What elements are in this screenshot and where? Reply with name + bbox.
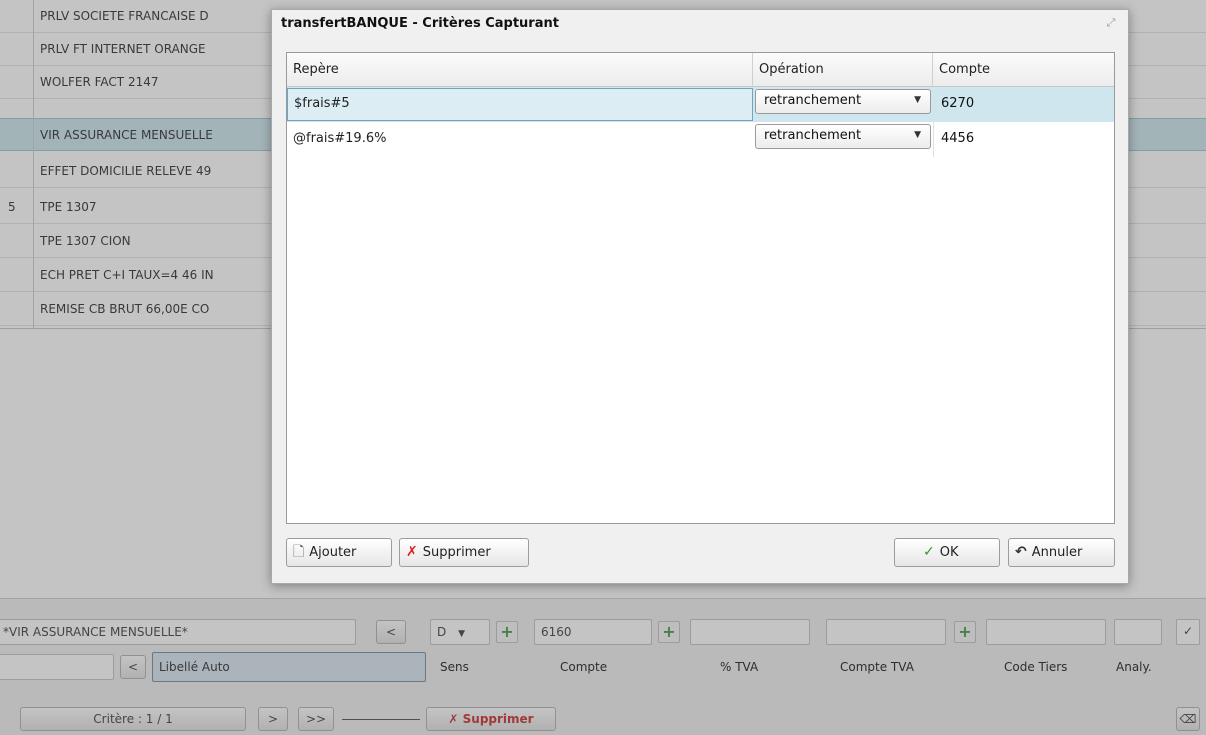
close-icon[interactable]: ⤢ bbox=[1104, 16, 1118, 30]
new-document-icon: 🗋 bbox=[293, 544, 305, 560]
ajouter-label: Ajouter bbox=[309, 545, 357, 560]
annuler-label: Annuler bbox=[1031, 545, 1083, 560]
dialog-title: transfertBANQUE - Critères Capturant bbox=[281, 16, 559, 31]
ok-label: OK bbox=[939, 545, 959, 560]
operation-value: retranchement bbox=[764, 93, 862, 108]
annuler-button[interactable]: ↶ Annuler bbox=[1008, 538, 1115, 567]
ajouter-button[interactable]: 🗋 Ajouter bbox=[286, 538, 392, 567]
column-header-repere[interactable]: Repère bbox=[287, 53, 753, 87]
column-header-operation[interactable]: Opération bbox=[753, 53, 933, 87]
table-row[interactable]: @frais#19.6% retranchement ▼ 4456 bbox=[287, 122, 1114, 157]
repere-cell[interactable]: @frais#19.6% bbox=[287, 122, 753, 157]
chevron-down-icon: ▼ bbox=[914, 130, 921, 140]
repere-cell-editing[interactable]: $frais#5 bbox=[287, 88, 753, 121]
supprimer-button[interactable]: ✗ Supprimer bbox=[399, 538, 529, 567]
column-divider bbox=[933, 122, 934, 157]
ok-button[interactable]: ✓ OK bbox=[894, 538, 1000, 567]
supprimer-label: Supprimer bbox=[422, 545, 491, 560]
table-row[interactable]: $frais#5 retranchement ▼ 6270 bbox=[287, 87, 1114, 122]
checkmark-icon: ✓ bbox=[923, 544, 935, 560]
chevron-down-icon: ▼ bbox=[914, 95, 921, 105]
delete-x-icon: ✗ bbox=[406, 544, 418, 560]
criteria-dialog: transfertBANQUE - Critères Capturant ⤢ R… bbox=[271, 9, 1129, 584]
compte-cell[interactable]: 6270 bbox=[941, 87, 974, 122]
operation-select[interactable]: retranchement ▼ bbox=[755, 89, 931, 114]
table-body: $frais#5 retranchement ▼ 6270 @frais#19.… bbox=[287, 87, 1114, 157]
operation-select[interactable]: retranchement ▼ bbox=[755, 124, 931, 149]
column-header-compte[interactable]: Compte bbox=[933, 53, 1114, 87]
undo-icon: ↶ bbox=[1015, 544, 1027, 560]
operation-value: retranchement bbox=[764, 128, 862, 143]
criteria-table: Repère Opération Compte $frais#5 retranc… bbox=[286, 52, 1115, 524]
table-header: Repère Opération Compte bbox=[287, 53, 1114, 87]
compte-cell[interactable]: 4456 bbox=[941, 122, 974, 157]
